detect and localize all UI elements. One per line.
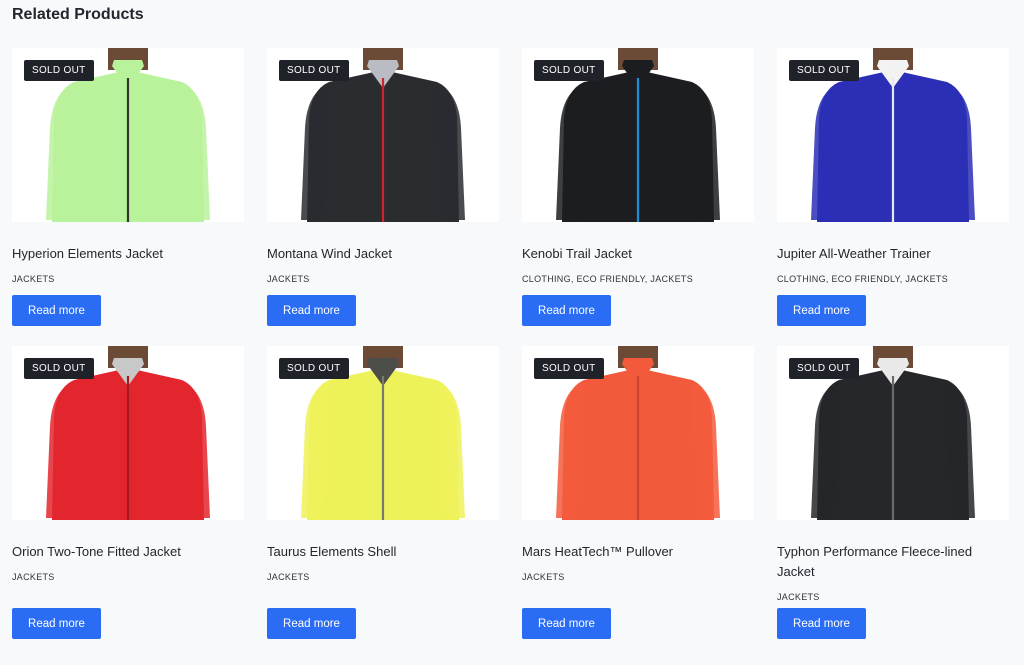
product-name[interactable]: Hyperion Elements Jacket xyxy=(12,244,244,264)
product-categories[interactable]: JACKETS xyxy=(777,592,1009,602)
read-more-button[interactable]: Read more xyxy=(522,608,611,639)
product-name[interactable]: Mars HeatTech™ Pullover xyxy=(522,542,754,562)
product-name[interactable]: Typhon Performance Fleece-lined Jacket xyxy=(777,542,1009,582)
sold-out-badge: SOLD OUT xyxy=(789,358,859,379)
product-name[interactable]: Kenobi Trail Jacket xyxy=(522,244,754,264)
sold-out-badge: SOLD OUT xyxy=(534,60,604,81)
product-grid: SOLD OUT Hyperion Elements Jacket JACKET… xyxy=(12,48,1012,644)
product-card: SOLD OUT Typhon Performance Fleece-lined… xyxy=(777,346,1009,644)
product-name[interactable]: Taurus Elements Shell xyxy=(267,542,499,562)
sold-out-badge: SOLD OUT xyxy=(279,358,349,379)
read-more-button[interactable]: Read more xyxy=(777,295,866,326)
sold-out-badge: SOLD OUT xyxy=(789,60,859,81)
section-title: Related Products xyxy=(12,6,144,23)
product-card: SOLD OUT Kenobi Trail Jacket CLOTHING, E… xyxy=(522,48,754,346)
product-categories[interactable]: JACKETS xyxy=(12,572,244,582)
sold-out-badge: SOLD OUT xyxy=(279,60,349,81)
read-more-button[interactable]: Read more xyxy=(267,295,356,326)
product-card: SOLD OUT Orion Two-Tone Fitted Jacket JA… xyxy=(12,346,244,644)
product-card: SOLD OUT Taurus Elements Shell JACKETS R… xyxy=(267,346,499,644)
sold-out-badge: SOLD OUT xyxy=(24,358,94,379)
read-more-button[interactable]: Read more xyxy=(12,295,101,326)
product-name[interactable]: Jupiter All-Weather Trainer xyxy=(777,244,1009,264)
product-name[interactable]: Orion Two-Tone Fitted Jacket xyxy=(12,542,244,562)
read-more-button[interactable]: Read more xyxy=(267,608,356,639)
read-more-button[interactable]: Read more xyxy=(777,608,866,639)
product-card: SOLD OUT Jupiter All-Weather Trainer CLO… xyxy=(777,48,1009,346)
product-categories[interactable]: JACKETS xyxy=(12,274,244,284)
read-more-button[interactable]: Read more xyxy=(522,295,611,326)
sold-out-badge: SOLD OUT xyxy=(24,60,94,81)
product-card: SOLD OUT Montana Wind Jacket JACKETS Rea… xyxy=(267,48,499,346)
product-categories[interactable]: JACKETS xyxy=(267,274,499,284)
product-categories[interactable]: CLOTHING, ECO FRIENDLY, JACKETS xyxy=(522,274,754,284)
read-more-button[interactable]: Read more xyxy=(12,608,101,639)
product-categories[interactable]: JACKETS xyxy=(522,572,754,582)
product-card: SOLD OUT Hyperion Elements Jacket JACKET… xyxy=(12,48,244,346)
product-categories[interactable]: CLOTHING, ECO FRIENDLY, JACKETS xyxy=(777,274,1009,284)
sold-out-badge: SOLD OUT xyxy=(534,358,604,379)
product-name[interactable]: Montana Wind Jacket xyxy=(267,244,499,264)
product-categories[interactable]: JACKETS xyxy=(267,572,499,582)
product-card: SOLD OUT Mars HeatTech™ Pullover JACKETS… xyxy=(522,346,754,644)
